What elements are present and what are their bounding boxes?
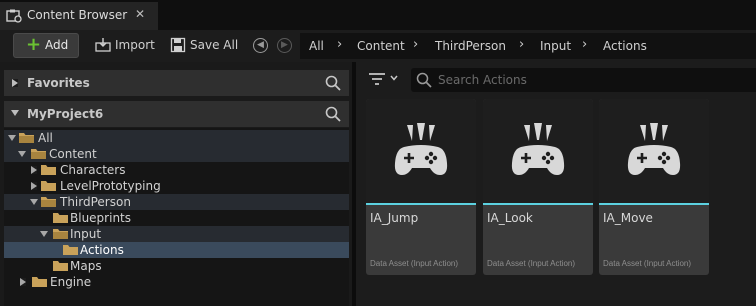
asset-type: Data Asset (Input Action) xyxy=(603,259,692,268)
breadcrumb-separator: › xyxy=(582,37,588,52)
breadcrumb-separator: › xyxy=(519,37,525,52)
close-icon[interactable]: ✕ xyxy=(135,7,145,21)
folder-icon xyxy=(41,181,56,191)
search-input[interactable]: Search Actions xyxy=(411,68,756,92)
filter-icon[interactable] xyxy=(369,73,385,85)
import-label: Import xyxy=(115,38,155,52)
folder-tree: All Content Characters LevelPrototyping … xyxy=(4,128,349,306)
tree-item-content[interactable]: Content xyxy=(4,146,349,162)
tree-item-label: Characters xyxy=(60,163,126,177)
asset-tile[interactable]: IA_Jump Data Asset (Input Action) xyxy=(366,99,476,275)
tree-item-engine[interactable]: Engine xyxy=(4,274,349,290)
chevron-down-icon[interactable] xyxy=(18,151,26,157)
chevron-down-icon[interactable] xyxy=(40,231,48,237)
toolbar: + Add Import Save All ◀ ▶ All › Content … xyxy=(0,30,756,62)
save-all-label: Save All xyxy=(190,38,239,52)
tree-item-label: LevelPrototyping xyxy=(60,179,161,193)
search-icon xyxy=(416,72,432,88)
back-icon[interactable]: ◀ xyxy=(253,38,268,53)
tab-title: Content Browser xyxy=(27,8,128,22)
chevron-right-icon[interactable] xyxy=(31,182,37,190)
asset-color-bar xyxy=(366,203,476,205)
breadcrumb-item-thirdperson[interactable]: ThirdPerson xyxy=(435,39,506,53)
asset-name: IA_Move xyxy=(603,211,653,225)
tree-item-actions[interactable]: Actions xyxy=(4,242,349,258)
tree-item-label: Actions xyxy=(80,243,124,257)
folder-icon xyxy=(53,261,68,271)
tree-item-levelprototyping[interactable]: LevelPrototyping xyxy=(4,178,349,194)
asset-name: IA_Look xyxy=(487,211,533,225)
breadcrumb-item-content[interactable]: Content xyxy=(357,39,405,53)
asset-name: IA_Jump xyxy=(370,211,419,225)
chevron-down-icon xyxy=(11,110,19,116)
tree-item-input[interactable]: Input xyxy=(4,226,349,242)
forward-icon[interactable]: ▶ xyxy=(277,38,292,53)
gamepad-icon xyxy=(511,123,565,175)
asset-tile[interactable]: IA_Move Data Asset (Input Action) xyxy=(599,99,709,275)
folder-icon xyxy=(31,149,46,159)
asset-color-bar xyxy=(599,203,709,205)
gamepad-icon xyxy=(394,123,448,175)
tree-item-label: Input xyxy=(70,227,102,241)
asset-view: Search Actions IA_Jump Data Asset (Input… xyxy=(356,62,756,306)
favorites-header[interactable]: Favorites xyxy=(4,70,349,96)
gamepad-icon xyxy=(627,123,681,175)
folder-icon xyxy=(41,197,56,207)
plus-icon: + xyxy=(26,34,42,55)
folder-icon xyxy=(53,213,68,223)
chevron-right-icon[interactable] xyxy=(31,166,37,174)
save-icon xyxy=(170,37,186,53)
add-label: Add xyxy=(45,38,69,52)
tree-item-characters[interactable]: Characters xyxy=(4,162,349,178)
import-button[interactable]: Import xyxy=(95,34,157,58)
tab-content-browser[interactable]: Content Browser ✕ xyxy=(0,0,158,30)
folder-icon xyxy=(53,229,68,239)
tree-item-label: Blueprints xyxy=(70,211,132,225)
asset-tile[interactable]: IA_Look Data Asset (Input Action) xyxy=(483,99,593,275)
breadcrumb: All › Content › ThirdPerson › Input › Ac… xyxy=(300,33,756,59)
tree-item-all[interactable]: All xyxy=(4,130,349,146)
asset-color-bar xyxy=(483,203,593,205)
search-placeholder: Search Actions xyxy=(438,73,527,87)
asset-type: Data Asset (Input Action) xyxy=(370,259,459,268)
search-icon[interactable] xyxy=(325,75,341,91)
project-header[interactable]: MyProject6 xyxy=(4,101,349,127)
search-icon[interactable] xyxy=(325,106,341,122)
tree-item-label: Maps xyxy=(70,259,102,273)
favorites-title: Favorites xyxy=(27,76,90,90)
project-title: MyProject6 xyxy=(27,107,104,121)
breadcrumb-item-all[interactable]: All xyxy=(309,39,324,53)
asset-thumbnail xyxy=(366,99,476,203)
sources-panel: Favorites MyProject6 All Content Charact… xyxy=(0,62,352,306)
asset-thumbnail xyxy=(483,99,593,203)
content-browser-icon xyxy=(6,9,22,23)
asset-type: Data Asset (Input Action) xyxy=(487,259,576,268)
tree-item-label: Engine xyxy=(50,275,92,289)
tree-item-label: ThirdPerson xyxy=(60,195,131,209)
tree-item-blueprints[interactable]: Blueprints xyxy=(4,210,349,226)
save-all-button[interactable]: Save All xyxy=(170,34,240,58)
tab-bar: Content Browser ✕ xyxy=(0,0,756,30)
chevron-right-icon[interactable] xyxy=(20,278,26,286)
tree-item-label: All xyxy=(38,131,53,145)
folder-icon xyxy=(32,277,47,287)
chevron-down-icon[interactable] xyxy=(30,199,38,205)
import-icon xyxy=(95,38,111,52)
breadcrumb-separator: › xyxy=(337,37,343,52)
tree-item-maps[interactable]: Maps xyxy=(4,258,349,274)
tree-item-thirdperson[interactable]: ThirdPerson xyxy=(4,194,349,210)
breadcrumb-item-input[interactable]: Input xyxy=(540,39,571,53)
breadcrumb-separator: › xyxy=(413,37,419,52)
chevron-down-icon[interactable] xyxy=(390,75,398,81)
breadcrumb-item-actions[interactable]: Actions xyxy=(603,39,647,53)
folder-icon xyxy=(63,245,78,255)
folder-icon xyxy=(19,133,34,143)
chevron-right-icon xyxy=(12,79,18,87)
tree-item-label: Content xyxy=(49,147,97,161)
chevron-down-icon[interactable] xyxy=(8,135,16,141)
add-button[interactable]: + Add xyxy=(13,33,79,58)
folder-icon xyxy=(41,165,56,175)
asset-thumbnail xyxy=(599,99,709,203)
